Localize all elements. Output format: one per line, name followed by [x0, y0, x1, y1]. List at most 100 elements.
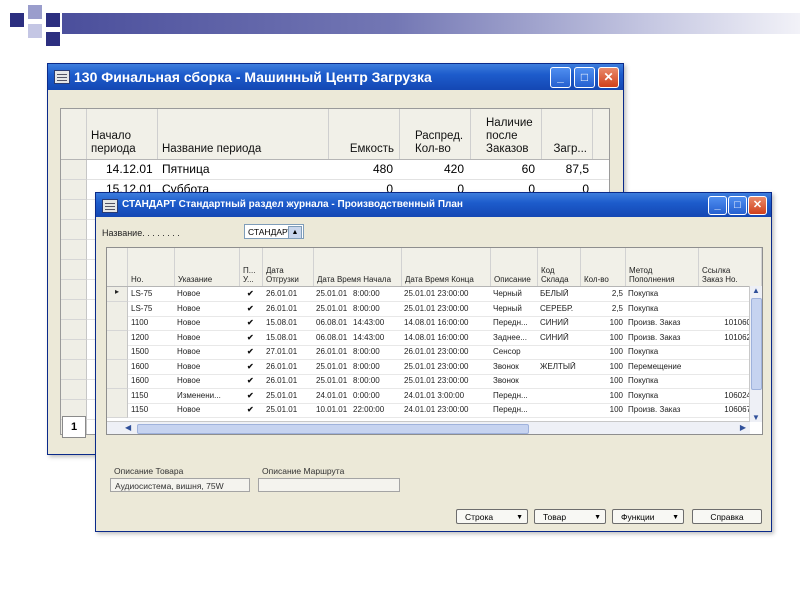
scroll-up-icon[interactable]: ▲ — [752, 286, 760, 295]
column-header[interactable]: Распред. Кол-во — [400, 109, 471, 159]
table-row[interactable]: 1600 Новое ✔ 26.01.01 25.01.01 8:00:00 25.01.0… — [107, 374, 762, 389]
row-selector[interactable] — [107, 374, 128, 389]
horizontal-scrollbar[interactable]: ◀ ▶ — [107, 421, 750, 434]
row-selector[interactable] — [61, 160, 87, 180]
instruction-cell: Новое — [177, 332, 201, 342]
order-ref-cell: 106067 — [724, 405, 751, 414]
maximize-button[interactable]: □ — [728, 196, 747, 215]
check-cell: ✔ — [247, 347, 254, 356]
scroll-left-icon[interactable]: ◀ — [125, 423, 131, 432]
table-row[interactable]: 1150 Новое ✔ 25.01.01 10.01.01 22:00:00 24.01.… — [107, 403, 762, 418]
row-selector[interactable] — [61, 260, 87, 280]
replenishment-cell: Перемещение — [628, 361, 682, 371]
window-titlebar[interactable]: СТАНДАРТ Стандартный раздел журнала - Пр… — [96, 193, 771, 217]
column-header[interactable]: П... У... — [240, 248, 263, 286]
window-titlebar[interactable]: 130 Финальная сборка - Машинный Центр За… — [48, 64, 623, 90]
row-selector[interactable] — [61, 200, 87, 220]
replenishment-cell: Произв. Заказ — [628, 332, 681, 342]
chevron-up-icon[interactable]: ▲ — [288, 226, 302, 239]
column-header[interactable]: Кол-во — [581, 248, 626, 286]
row-selector[interactable] — [61, 380, 87, 400]
table-row[interactable]: 1150 Изменени... ✔ 25.01.01 24.01.01 0:00:00 2… — [107, 388, 762, 404]
table-row[interactable]: 1500 Новое ✔ 27.01.01 26.01.01 8:00:00 26.01.0… — [107, 345, 762, 360]
row-selector[interactable] — [107, 388, 128, 404]
name-label: Название. . . . . . . . — [102, 228, 180, 238]
scroll-thumb[interactable] — [751, 298, 762, 390]
row-selector[interactable] — [61, 280, 87, 300]
page-button[interactable]: 1 — [62, 416, 86, 438]
close-button[interactable]: ✕ — [748, 196, 767, 215]
row-selector[interactable] — [61, 360, 87, 380]
column-header[interactable]: Метод Пополнения — [626, 248, 699, 286]
check-cell: ✔ — [247, 318, 254, 327]
row-selector[interactable] — [61, 180, 87, 200]
line-menu-button[interactable]: Строка ▼ — [456, 509, 528, 524]
start-date-cell: 26.01.01 — [316, 347, 348, 356]
column-header[interactable]: Описание — [491, 248, 538, 286]
column-header[interactable]: Емкость — [329, 109, 400, 159]
row-selector[interactable] — [61, 340, 87, 360]
minimize-button[interactable]: _ — [550, 67, 571, 88]
column-header[interactable]: Но. — [128, 248, 175, 286]
row-selector[interactable] — [61, 240, 87, 260]
triangle-down-icon: ▼ — [516, 514, 523, 521]
start-time-cell: 8:00:00 — [353, 347, 380, 356]
table-row[interactable]: 14.12.01 Пятница 480 420 60 87,5 — [61, 160, 609, 180]
availability-cell: 60 — [521, 162, 535, 176]
minimize-button[interactable]: _ — [708, 196, 727, 215]
end-datetime-cell: 25.01.01 23:00:00 — [404, 289, 469, 298]
column-header[interactable]: Наличие после Заказов — [471, 109, 542, 159]
scroll-thumb[interactable] — [137, 424, 529, 434]
description-cell: Сенсор — [493, 347, 521, 356]
row-selector[interactable] — [61, 300, 87, 320]
replenishment-cell: Покупка — [628, 289, 659, 298]
vertical-scrollbar[interactable]: ▲ ▼ — [749, 286, 762, 422]
row-selector[interactable] — [107, 345, 128, 360]
description-cell: Заднее... — [493, 332, 527, 342]
row-selector[interactable] — [61, 220, 87, 240]
table-row[interactable]: 1200 Новое ✔ 15.08.01 06.08.01 14:43:00 14.08.… — [107, 330, 762, 346]
period-name-cell: Пятница — [162, 162, 210, 176]
scroll-down-icon[interactable]: ▼ — [752, 413, 760, 422]
column-header[interactable]: Код Склада — [538, 248, 581, 286]
window-title: СТАНДАРТ Стандартный раздел журнала - Пр… — [122, 199, 463, 210]
column-header[interactable]: Ссылка Заказ Но. — [699, 248, 762, 286]
column-header[interactable]: Начало периода — [87, 109, 158, 159]
functions-menu-button[interactable]: Функции ▼ — [612, 509, 684, 524]
journal-name-select[interactable]: СТАНДАРТ ▲ — [244, 224, 304, 239]
order-ref-cell: 106024 — [724, 390, 751, 400]
table-row[interactable]: 1100 Новое ✔ 15.08.01 06.08.01 14:43:00 14.08.… — [107, 316, 762, 331]
column-header[interactable]: Дата Отгрузки — [263, 248, 314, 286]
quantity-cell: 2,5 — [611, 303, 623, 313]
column-header[interactable]: Название периода — [158, 109, 329, 159]
row-selector-header — [107, 248, 128, 286]
row-selector[interactable] — [107, 330, 128, 346]
row-selector[interactable] — [107, 316, 128, 331]
column-header[interactable]: Указание — [175, 248, 240, 286]
column-header[interactable]: Дата Время Конца — [402, 248, 491, 286]
due-date-cell: 26.01.01 — [266, 376, 298, 385]
triangle-down-icon: ▼ — [594, 514, 601, 521]
maximize-button[interactable]: □ — [574, 67, 595, 88]
table-row[interactable]: LS-75 Новое ✔ 26.01.01 25.01.01 8:00:00 25.01.… — [107, 301, 762, 317]
table-header: Начало периода Название периода Емкость … — [61, 109, 609, 160]
table-row[interactable]: 1600 Новое ✔ 26.01.01 25.01.01 8:00:00 25.01.0… — [107, 359, 762, 375]
row-selector[interactable] — [61, 320, 87, 340]
row-selector[interactable] — [107, 301, 128, 317]
column-header[interactable]: Загр... — [542, 109, 593, 159]
row-selector[interactable]: ▸ — [107, 287, 128, 302]
row-selector[interactable] — [107, 403, 128, 418]
column-header[interactable]: Дата Время Начала — [314, 248, 402, 286]
item-menu-button[interactable]: Товар ▼ — [534, 509, 606, 524]
table-header: Но. Указание П... У... Дата Отгрузки Дат… — [107, 248, 762, 287]
close-button[interactable]: ✕ — [598, 67, 619, 88]
row-selector[interactable] — [107, 359, 128, 375]
item-no-cell: 1200 — [131, 332, 149, 342]
help-button[interactable]: Справка — [692, 509, 762, 524]
route-description-field[interactable] — [258, 478, 400, 492]
item-description-field[interactable]: Аудиосистема, вишня, 75W — [110, 478, 250, 492]
table-row[interactable]: ▸ LS-75 Новое ✔ 26.01.01 25.01.01 8:00:00 25.01… — [107, 287, 762, 302]
scroll-right-icon[interactable]: ▶ — [740, 423, 746, 432]
journal-name-value: СТАНДАРТ — [248, 227, 293, 237]
start-time-cell: 22:00:00 — [353, 405, 385, 414]
